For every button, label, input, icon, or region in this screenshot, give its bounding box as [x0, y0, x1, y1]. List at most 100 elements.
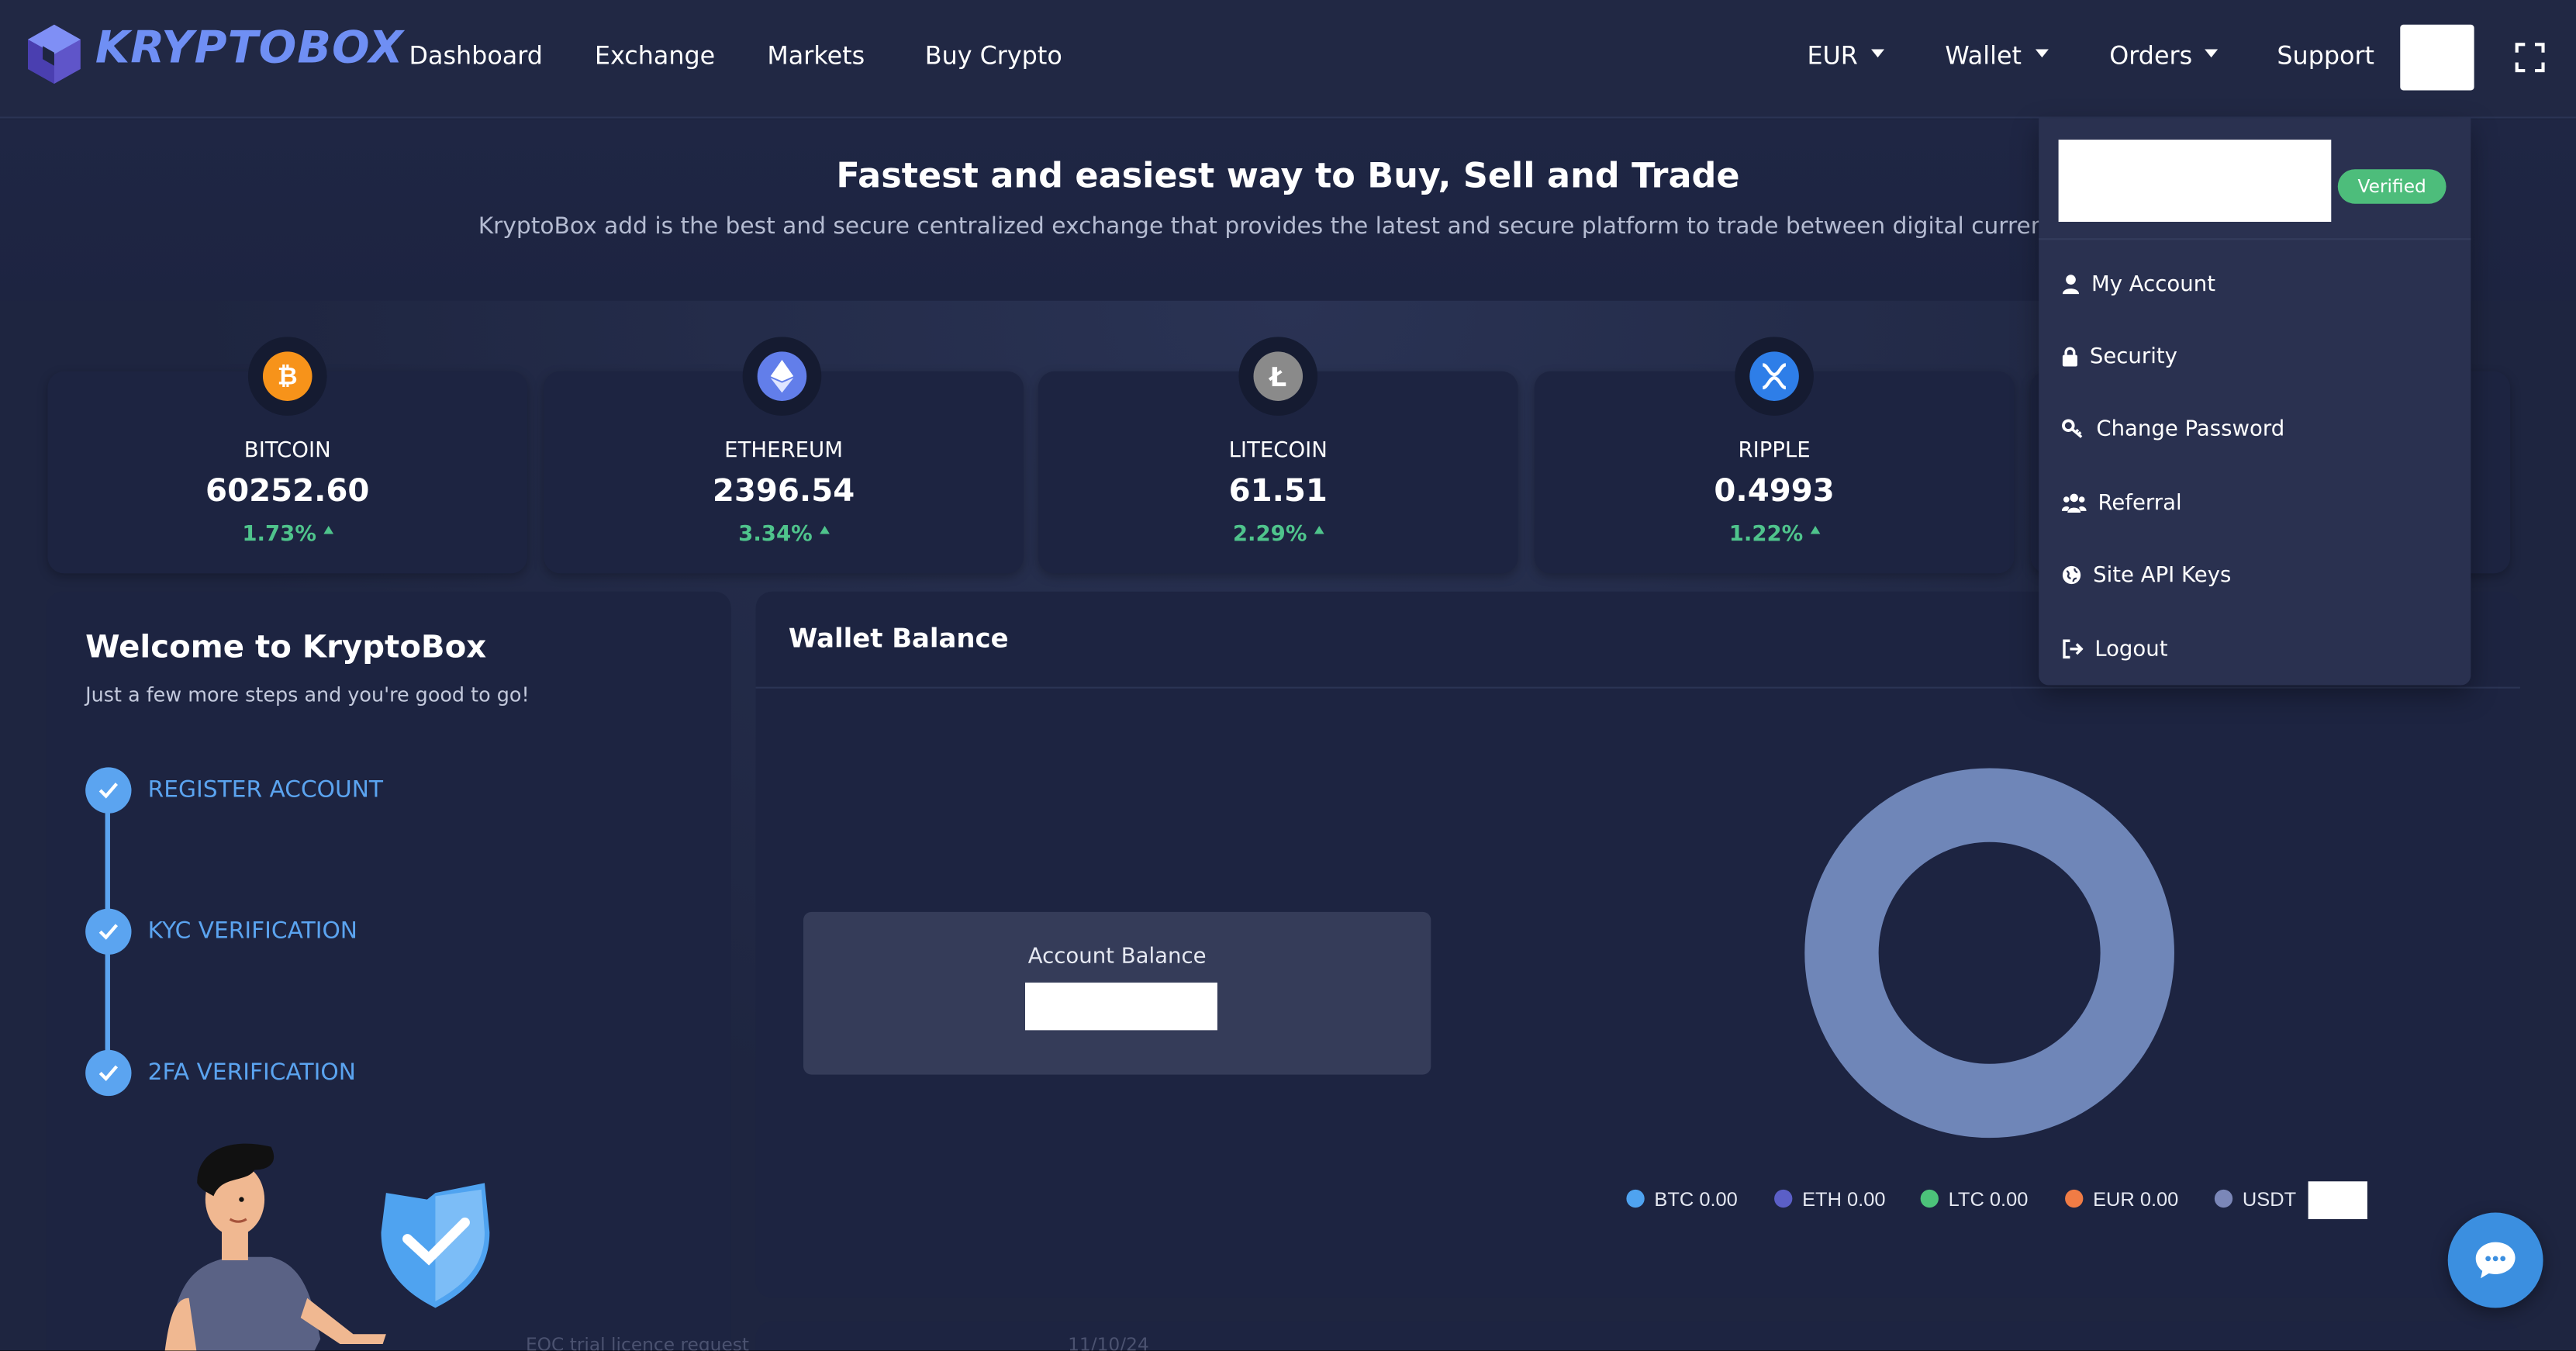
bitcoin-icon: ₿: [247, 337, 327, 416]
welcome-title: Welcome to KryptoBox: [85, 629, 487, 666]
chevron-down-icon: [2205, 49, 2219, 58]
legend-label: LTC 0.00: [1948, 1187, 2029, 1211]
logout-icon: [2063, 639, 2084, 659]
coin-price-litecoin: 61.51: [1228, 473, 1328, 510]
menu-item-label: Change Password: [2096, 416, 2285, 441]
bottom-row-date: 11/10/24: [1068, 1334, 1149, 1351]
legend-btc[interactable]: BTC 0.00: [1626, 1187, 1738, 1211]
menu-item-referral[interactable]: Referral: [2061, 479, 2456, 528]
currency-label: EUR: [1807, 40, 1858, 71]
fullscreen-icon[interactable]: [2515, 43, 2545, 73]
legend-dot: [1920, 1189, 1939, 1208]
globe-icon: [2062, 565, 2081, 585]
arrow-up-icon: [1809, 525, 1820, 534]
account-balance-value: [1025, 982, 1217, 1031]
legend-label: EUR 0.00: [2093, 1187, 2179, 1211]
legend-label: BTC 0.00: [1654, 1187, 1738, 1211]
nav-markets[interactable]: Markets: [767, 41, 865, 71]
coin-change-litecoin: 2.29%: [1038, 522, 1518, 548]
menu-item-logout[interactable]: Logout: [2062, 624, 2456, 674]
menu-item-my-account[interactable]: My Account: [2062, 260, 2456, 309]
legend-dot: [2065, 1189, 2084, 1208]
wallet-donut-chart: [1804, 768, 2174, 1139]
legend-ltc[interactable]: LTC 0.00: [1920, 1187, 2029, 1211]
svg-text:₿: ₿: [278, 363, 298, 391]
nav-dashboard[interactable]: Dashboard: [409, 41, 543, 71]
nav-buy-crypto[interactable]: Buy Crypto: [925, 41, 1062, 71]
chevron-down-icon: [1870, 49, 1884, 58]
wallet-label: Wallet: [1945, 40, 2022, 71]
ripple-icon: [1735, 337, 1814, 416]
welcome-illustration: [164, 1143, 490, 1351]
legend-eth[interactable]: ETH 0.00: [1774, 1187, 1886, 1211]
coin-price-ethereum: 2396.54: [712, 473, 855, 510]
coin-change-ripple: 1.22%: [1535, 522, 2015, 548]
arrow-up-icon: [819, 525, 829, 534]
next-card: [755, 1321, 2520, 1351]
check-icon: [85, 1049, 132, 1097]
welcome-subtitle: Just a few more steps and you're good to…: [85, 683, 530, 707]
brand-name[interactable]: KRYPTOBOX: [95, 23, 404, 74]
menu-item-label: Referral: [2098, 490, 2182, 516]
menu-item-label: Site API Keys: [2093, 562, 2232, 588]
chevron-down-icon: [2034, 49, 2048, 58]
coin-name-litecoin: LITECOIN: [1228, 438, 1328, 464]
coin-change-ethereum: 3.34%: [544, 522, 1024, 548]
coin-name-ethereum: ETHEREUM: [724, 438, 843, 464]
divider: [755, 686, 2520, 689]
nav-exchange[interactable]: Exchange: [595, 41, 715, 71]
litecoin-icon: Ł: [1238, 337, 1318, 416]
change-value: 2.29%: [1232, 522, 1307, 548]
ethereum-icon: [742, 337, 822, 416]
coin-name-bitcoin: BITCOIN: [243, 438, 331, 464]
step-2fa-verification[interactable]: 2FA VERIFICATION: [148, 1059, 356, 1086]
orders-dropdown[interactable]: Orders: [2109, 41, 2219, 71]
user-avatar-button[interactable]: [2400, 24, 2474, 91]
orders-label: Orders: [2109, 40, 2193, 71]
account-balance-label: Account Balance: [1027, 945, 1207, 969]
wallet-title: Wallet Balance: [788, 622, 1009, 655]
user-name-redacted: [2058, 140, 2332, 223]
divider: [2039, 238, 2471, 240]
legend-label: ETH 0.00: [1802, 1187, 1886, 1211]
logo-icon[interactable]: [23, 22, 86, 88]
key-icon: [2062, 419, 2083, 438]
change-value: 1.22%: [1728, 522, 1804, 548]
legend-label: USDT: [2242, 1187, 2297, 1211]
nav-support[interactable]: Support: [2277, 41, 2374, 71]
check-icon: [85, 767, 132, 814]
menu-item-site-api-keys[interactable]: Site API Keys: [2062, 551, 2456, 600]
step-register-account[interactable]: REGISTER ACCOUNT: [148, 777, 383, 803]
usdt-value-redacted: [2308, 1181, 2367, 1220]
coin-price-ripple: 0.4993: [1714, 473, 1835, 510]
user-icon: [2062, 275, 2080, 295]
donut-ring: [1804, 768, 2174, 1139]
chat-button[interactable]: [2447, 1212, 2543, 1308]
wallet-dropdown[interactable]: Wallet: [1945, 40, 2048, 71]
lock-icon: [2062, 347, 2077, 367]
users-icon: [2061, 493, 2087, 513]
coin-change-bitcoin: 1.73%: [47, 522, 527, 548]
currency-dropdown[interactable]: EUR: [1807, 41, 1884, 71]
chat-bubble-icon: [2475, 1242, 2516, 1279]
verified-badge: Verified: [2337, 169, 2447, 204]
menu-item-change-password[interactable]: Change Password: [2062, 404, 2456, 454]
legend-eur[interactable]: EUR 0.00: [2065, 1188, 2178, 1211]
check-icon: [85, 908, 132, 955]
change-value: 1.73%: [242, 522, 316, 548]
coin-price-bitcoin: 60252.60: [205, 473, 370, 510]
step-kyc-verification[interactable]: KYC VERIFICATION: [148, 918, 357, 945]
legend-usdt[interactable]: USDT: [2214, 1187, 2297, 1211]
menu-item-label: My Account: [2091, 271, 2215, 297]
legend-dot: [1774, 1189, 1793, 1208]
menu-item-label: Logout: [2094, 636, 2168, 662]
menu-item-security[interactable]: Security: [2062, 332, 2456, 382]
change-value: 3.34%: [738, 522, 813, 548]
arrow-up-icon: [1313, 525, 1324, 534]
menu-item-label: Security: [2089, 344, 2177, 369]
legend-dot: [1626, 1189, 1645, 1208]
legend-dot: [2214, 1189, 2233, 1208]
arrow-up-icon: [323, 525, 333, 534]
coin-name-ripple: RIPPLE: [1738, 438, 1811, 464]
svg-text:Ł: Ł: [1268, 362, 1286, 391]
